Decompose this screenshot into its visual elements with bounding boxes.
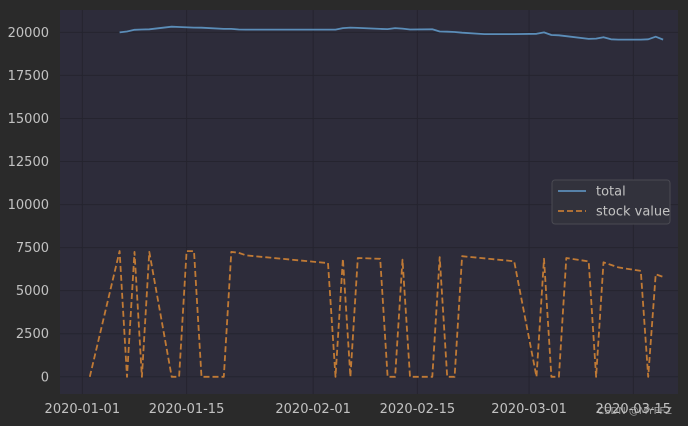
watermark: CSDN @MYFFZ (597, 406, 672, 417)
x-tick-label: 2020-01-15 (149, 402, 225, 417)
x-tick-label: 2020-02-01 (275, 402, 351, 417)
legend-label: stock value (596, 205, 670, 220)
y-axis-ticks: 0 2500 5000 7500 10000 12500 15000 17500 20000 (8, 26, 49, 385)
x-tick-label: 2020-02-15 (380, 402, 456, 417)
y-tick-label: 17500 (8, 69, 49, 84)
y-tick-label: 20000 (8, 26, 49, 41)
legend-label: total (596, 185, 626, 200)
y-tick-label: 5000 (16, 284, 49, 299)
chart-figure: 0 2500 5000 7500 10000 12500 15000 17500 20000 2… (0, 0, 688, 426)
y-tick-label: 15000 (8, 112, 49, 127)
x-axis-ticks: 2020-01-01 2020-01-15 2020-02-01 2020-02-15… (45, 402, 672, 417)
x-tick-label: 2020-03-01 (491, 402, 567, 417)
y-tick-label: 10000 (8, 198, 49, 213)
line-chart: 0 2500 5000 7500 10000 12500 15000 17500 20000 2… (8, 10, 678, 417)
y-tick-label: 12500 (8, 155, 49, 170)
y-tick-label: 0 (41, 370, 49, 385)
y-tick-label: 2500 (16, 327, 49, 342)
y-tick-label: 7500 (16, 241, 49, 256)
x-tick-label: 2020-01-01 (45, 402, 121, 417)
legend: total stock value (551, 179, 671, 225)
